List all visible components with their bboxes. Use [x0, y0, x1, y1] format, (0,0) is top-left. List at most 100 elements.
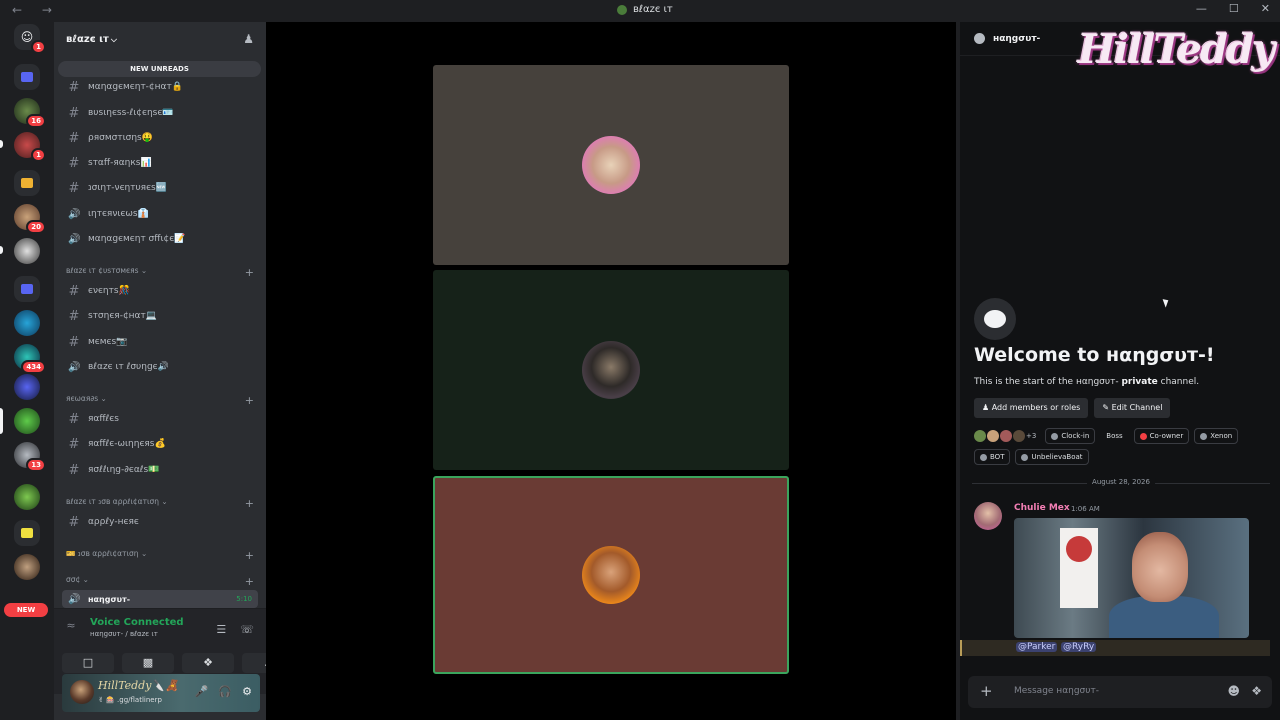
role-chip[interactable]: Boss — [1100, 428, 1128, 444]
channel-events[interactable]: # єνєηтѕ🎊 — [62, 280, 258, 302]
server-icon[interactable] — [14, 554, 40, 580]
message-image[interactable] — [1014, 518, 1249, 638]
speaker-icon: 🔊 — [68, 208, 81, 220]
voice-status[interactable]: Voice Connected — [90, 617, 184, 628]
channel-memes[interactable]: # мємєѕ📷 — [62, 331, 258, 353]
maximize-button[interactable]: ☐ — [1229, 2, 1239, 15]
server-folder[interactable] — [14, 170, 40, 196]
text-channel-icon: # — [68, 155, 80, 171]
attach-plus-icon[interactable]: + — [980, 682, 993, 700]
category-job-application[interactable]: вℓαzє ιт נσв αρρℓι¢αтιση ⌄ + — [66, 497, 254, 510]
server-icon[interactable]: 1 — [14, 132, 46, 162]
text-channel-icon: # — [68, 514, 80, 530]
screen-share-button[interactable]: ▩ — [122, 653, 174, 673]
voice-channel-management-office[interactable]: 🔊 мαηαgємєηт σffι¢є📝 — [62, 228, 258, 250]
avatar[interactable] — [974, 502, 1002, 530]
server-icon[interactable] — [14, 374, 40, 400]
date-divider: August 28, 2026 — [972, 478, 1270, 486]
disconnect-icon[interactable]: ☏ — [240, 623, 254, 636]
close-button[interactable]: ✕ — [1261, 2, 1270, 15]
server-icon[interactable]: 16 — [14, 98, 46, 128]
message-composer[interactable]: + Message нαηgσυт- ☻ ❖ — [968, 676, 1272, 708]
add-channel-icon[interactable]: + — [245, 575, 254, 588]
camera-off-button[interactable]: □ — [62, 653, 114, 673]
server-icon[interactable]: 434 — [14, 344, 46, 374]
folder-icon — [21, 178, 33, 188]
signal-icon[interactable]: ≈ — [62, 619, 80, 637]
edit-channel-button[interactable]: ✎ Edit Channel — [1094, 398, 1171, 418]
channel-management-chat[interactable]: # мαηαgємєηт-¢нαт🔒 — [62, 76, 258, 98]
channel-stoner-chat[interactable]: # ѕтσηєя-¢нαт💻 — [62, 305, 258, 327]
gear-icon[interactable]: ⚙ — [242, 685, 252, 698]
server-icon[interactable] — [14, 408, 40, 434]
headphones-icon[interactable]: 🎧 — [218, 685, 232, 698]
role-chip[interactable]: BOT — [974, 449, 1011, 465]
server-icon[interactable] — [14, 310, 40, 336]
category-ooc[interactable]: σσ¢ ⌄ + — [66, 575, 254, 588]
role-chip[interactable]: Co-owner — [1133, 428, 1190, 444]
welcome-subtitle: This is the start of the нαηgσυт- privat… — [974, 377, 1200, 387]
user-mention[interactable]: @RyRy — [1061, 642, 1097, 652]
minimize-button[interactable]: — — [1196, 2, 1207, 15]
role-chip[interactable]: Xenon — [1194, 428, 1239, 444]
participant-tile[interactable] — [433, 65, 789, 265]
category-job-application-2[interactable]: 🎫 נσв αρρℓι¢αтιση ⌄ + — [66, 549, 254, 562]
activities-button[interactable]: ❖ — [182, 653, 234, 673]
voice-channel-hangout[interactable]: 🔊 нαηgσυт- 5:10 — [62, 590, 258, 608]
channel-business-license[interactable]: # вυѕιηєѕѕ-ℓι¢єηѕє🪪 — [62, 102, 258, 124]
server-folder[interactable] — [14, 520, 40, 546]
channel-actions: ♟ Add members or roles ✎ Edit Channel — [974, 398, 1171, 418]
participant-tile[interactable] — [433, 270, 789, 470]
member-avatars[interactable]: +3 — [974, 428, 1036, 444]
server-icon[interactable] — [14, 484, 40, 510]
new-servers-pill[interactable]: NEW — [4, 603, 48, 617]
back-forward-nav[interactable]: ← → — [12, 3, 60, 17]
discord-home-button[interactable]: ☺ 1 — [14, 24, 46, 54]
participant-tile-speaking[interactable] — [433, 476, 789, 674]
microphone-icon[interactable]: 🎤 — [195, 685, 209, 698]
folder-icon — [21, 72, 33, 82]
server-folder[interactable] — [14, 276, 40, 302]
add-channel-icon[interactable]: + — [245, 266, 254, 279]
category-rewards[interactable]: яєωαя∂ѕ ⌄ + — [66, 394, 254, 407]
new-unreads-bar[interactable]: NEW UNREADS — [58, 61, 261, 77]
server-icon[interactable] — [14, 238, 40, 264]
apps-icon[interactable]: ❖ — [1251, 684, 1262, 698]
server-icon[interactable]: 13 — [14, 442, 46, 472]
username[interactable]: HillTeddy🔪🧸 — [98, 679, 179, 692]
server-folder[interactable] — [14, 64, 40, 90]
text-channel-icon: # — [68, 283, 80, 299]
text-channel-icon: # — [68, 334, 80, 350]
message-input[interactable]: Message нαηgσυт- — [1014, 686, 1099, 696]
channel-apply-here[interactable]: # αρρℓу-нєяє — [62, 511, 258, 533]
channel-raffle-winners[interactable]: # яαffℓє-ωιηηєяѕ💰 — [62, 433, 258, 455]
add-channel-icon[interactable]: + — [245, 549, 254, 562]
invite-people-icon[interactable]: ♟ — [243, 32, 254, 46]
channel-rolling-deals[interactable]: # яσℓℓιηg-∂єαℓѕ💵 — [62, 459, 258, 481]
emoji-icon[interactable]: ☻ — [1227, 684, 1240, 698]
channel-joint-ventures[interactable]: # נσιηт-νєηтυяєѕ🆕 — [62, 177, 258, 199]
category-customers[interactable]: вℓαzє ιт ¢υѕтσмєяѕ ⌄ + — [66, 266, 254, 279]
voice-stage — [266, 22, 956, 720]
add-members-button[interactable]: ♟ Add members or roles — [974, 398, 1089, 418]
add-channel-icon[interactable]: + — [245, 394, 254, 407]
message-author[interactable]: Chulie Mex — [1014, 503, 1070, 513]
channel-raffles[interactable]: # яαffℓєѕ — [62, 408, 258, 430]
chevron-down-icon: ⌄ — [161, 497, 168, 506]
user-mention[interactable]: @Parker — [1016, 642, 1058, 652]
role-chip[interactable]: Clock-in — [1045, 428, 1096, 444]
guild-name: вℓαzє ιт ⌵ — [66, 33, 117, 45]
voice-channel-lounge[interactable]: 🔊 вℓαzє ιт ℓσυηgє🔊 — [62, 356, 258, 378]
channel-staff-ranks[interactable]: # ѕтαff-яαηкѕ📊 — [62, 152, 258, 174]
add-channel-icon[interactable]: + — [245, 497, 254, 510]
voice-channel-interviews[interactable]: 🔊 ιηтєяνιєωѕ👔 — [62, 203, 258, 225]
role-chip[interactable]: UnbelievaBoat — [1015, 449, 1089, 465]
message-timestamp: 1:06 AM — [1071, 505, 1100, 513]
avatar[interactable] — [70, 680, 94, 704]
text-channel-icon: # — [68, 462, 80, 478]
guild-header[interactable]: вℓαzє ιт ⌵ ♟ — [54, 22, 266, 56]
unread-badge: 1 — [31, 40, 46, 54]
server-icon[interactable]: 20 — [14, 204, 46, 234]
channel-promotions[interactable]: # ρяσмσтισηѕ🤑 — [62, 127, 258, 149]
noise-suppression-icon[interactable]: ☰ — [216, 623, 226, 636]
